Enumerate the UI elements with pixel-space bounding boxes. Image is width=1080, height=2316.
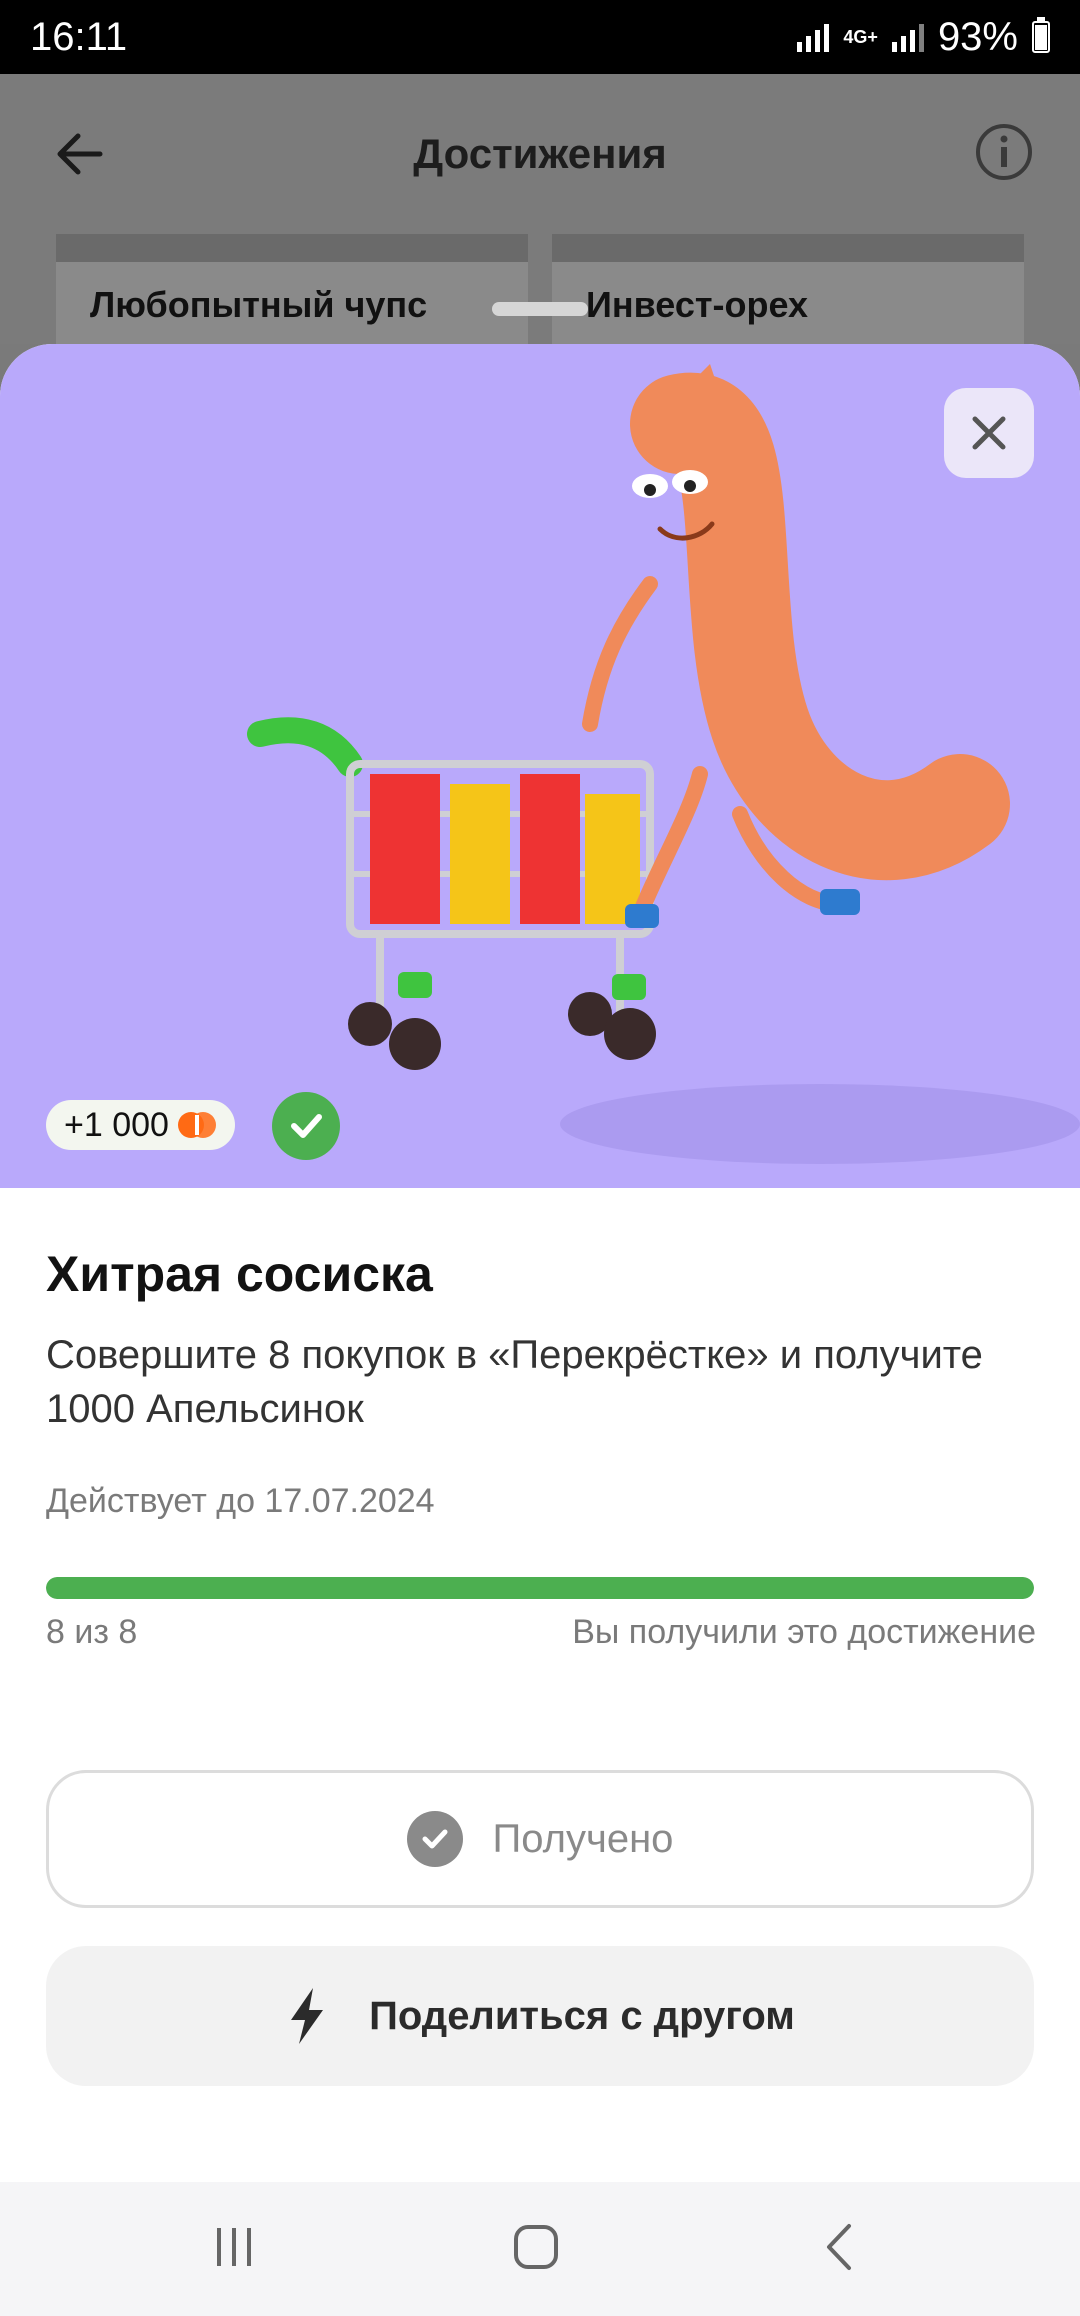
achievement-description: Совершите 8 покупок в «Перекрёстке» и по… (46, 1333, 983, 1431)
back-chevron-icon (827, 2224, 851, 2270)
share-label: Поделиться с другом (369, 1993, 795, 2038)
completed-check-icon (272, 1092, 340, 1160)
progress-labels: 8 из 8 Вы получили это достижение (46, 1613, 1036, 1652)
network-type: 4G+ (843, 27, 878, 47)
reward-badge: +1 000 (46, 1100, 235, 1150)
achievement-title: Хитрая сосиска (46, 1246, 433, 1302)
orange-coin-icon (177, 1112, 216, 1138)
sheet-drag-handle[interactable] (492, 302, 588, 316)
system-nav-bar (0, 2182, 1080, 2316)
battery-percent: 93% (937, 14, 1018, 59)
back-nav-button[interactable] (800, 2212, 880, 2282)
home-icon (514, 2225, 558, 2269)
achievement-card[interactable]: Любопытный чупс (56, 234, 528, 354)
check-circle-icon (406, 1811, 463, 1867)
signal-icon-2 (891, 22, 924, 52)
status-bar: 16:11 4G+ 93% (0, 0, 1080, 74)
battery-icon (1032, 17, 1050, 53)
page-title: Достижения (413, 130, 667, 177)
recent-apps-icon (217, 2228, 251, 2266)
status-time: 16:11 (30, 14, 128, 59)
share-button[interactable]: Поделиться с другом (46, 1946, 1034, 2086)
lightning-icon (291, 1988, 324, 2044)
close-button[interactable] (944, 388, 1034, 478)
back-arrow-icon[interactable] (50, 124, 110, 184)
card-image (552, 234, 1024, 262)
achievement-sheet: +1 000 Хитрая сосиска Совершите 8 покупо… (0, 344, 1080, 2182)
sausage-cart-illustration (247, 364, 1080, 1164)
received-button[interactable]: Получено (46, 1770, 1034, 1908)
validity-date: Действует до 17.07.2024 (46, 1482, 435, 1520)
achievement-illustration: +1 000 (0, 344, 1080, 1188)
card-title: Любопытный чупс (90, 284, 428, 325)
recent-apps-button[interactable] (194, 2212, 274, 2282)
close-icon (972, 416, 1006, 450)
home-button[interactable] (496, 2212, 576, 2282)
progress-fill (46, 1577, 1034, 1599)
card-image (56, 234, 528, 262)
progress-count: 8 из 8 (46, 1613, 138, 1651)
achievement-details: Хитрая сосиска Совершите 8 покупок в «Пе… (46, 1244, 1036, 1652)
signal-icon (797, 22, 830, 52)
progress-status: Вы получили это достижение (572, 1613, 1036, 1651)
received-label: Получено (492, 1816, 674, 1861)
status-icons: 4G+ 93% (797, 15, 1050, 60)
card-title: Инвест-орех (586, 284, 809, 325)
progress-bar (46, 1577, 1034, 1599)
shopping-cart-icon (247, 717, 656, 1070)
app-bar: Достижения (0, 74, 1080, 234)
achievement-card[interactable]: Инвест-орех (552, 234, 1024, 354)
info-icon[interactable] (974, 122, 1034, 182)
reward-amount: +1 000 (64, 1105, 169, 1144)
